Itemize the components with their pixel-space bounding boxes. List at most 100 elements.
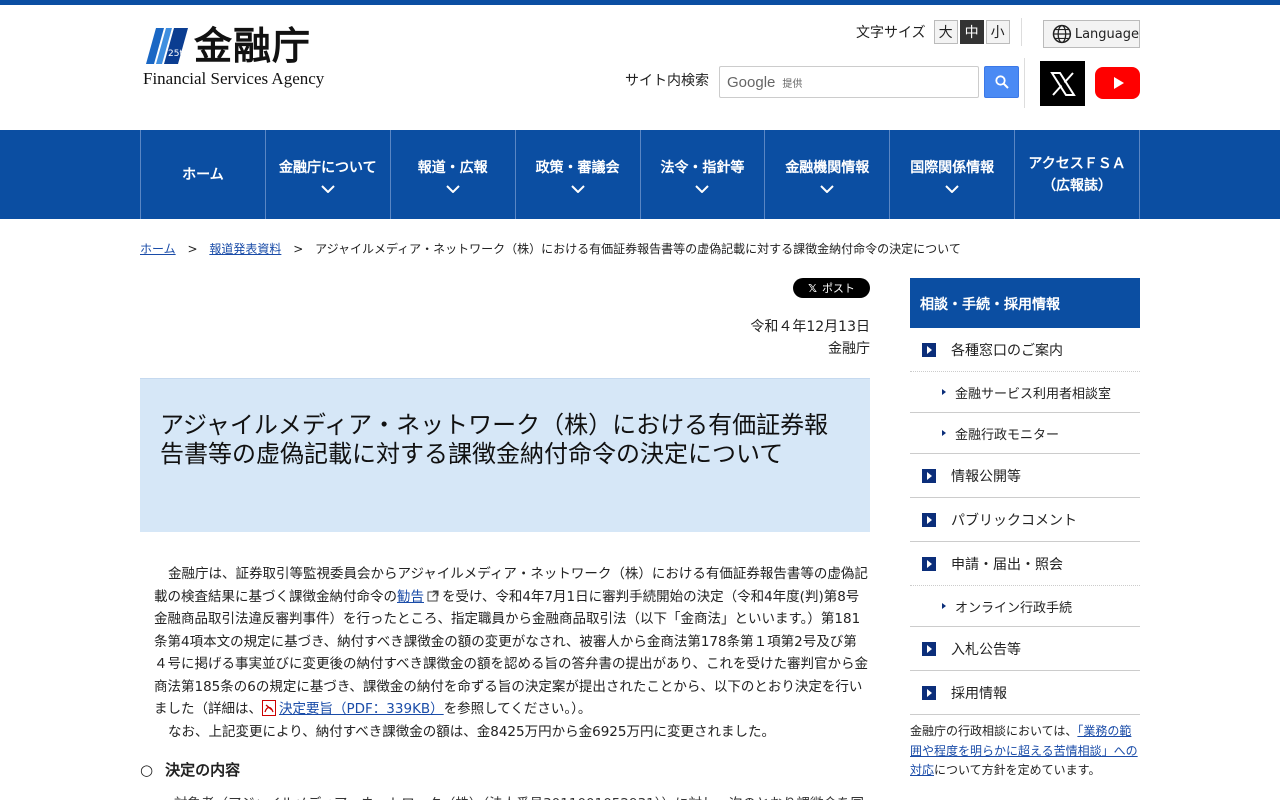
sidebar-subitem-label: 金融サービス利用者相談室 xyxy=(955,386,1112,402)
x-post-label: ポスト xyxy=(821,282,855,295)
triangle-right-icon xyxy=(942,389,946,395)
search-input[interactable]: Google 提供 xyxy=(719,66,979,98)
nav-item-law[interactable]: 法令・指針等 xyxy=(641,130,766,219)
article-body: 金融庁は、証券取引等監視委員会からアジャイルメディア・ネットワーク（株）における… xyxy=(154,563,870,743)
language-button[interactable]: Language xyxy=(1043,20,1140,48)
triangle-right-icon xyxy=(942,603,946,609)
arrow-square-icon xyxy=(922,468,936,483)
sidebar-item-label: 採用情報 xyxy=(951,685,1007,702)
font-size-medium-button[interactable]: 中 xyxy=(959,20,984,44)
search-label: サイト内検索 xyxy=(625,73,709,89)
nav-institutions-label: 金融機関情報 xyxy=(785,159,870,176)
arrow-square-icon xyxy=(922,512,936,527)
nav-item-press[interactable]: 報道・広報 xyxy=(391,130,516,219)
fsa-logo-mark-icon: 25th xyxy=(142,24,192,68)
nav-item-about[interactable]: 金融庁について xyxy=(266,130,391,219)
body-paragraph-2: なお、上記変更により、納付すべき課徴金の額は、金8425万円から金6925万円に… xyxy=(154,721,870,744)
x-post-icon: 𝕏 xyxy=(808,281,817,295)
sidebar-item-contacts[interactable]: 各種窓口のご案内 xyxy=(910,328,1140,372)
sidebar-subitem-consultation[interactable]: 金融サービス利用者相談室 xyxy=(910,372,1140,413)
logo-jp-text: 金融庁 xyxy=(194,24,312,68)
sidebar-subitem-online[interactable]: オンライン行政手続 xyxy=(910,586,1140,627)
x-social-link[interactable] xyxy=(1040,61,1085,106)
page-title: アジャイルメディア・ネットワーク（株）における有価証券報告書等の虚偽記載に対する… xyxy=(160,411,829,468)
arrow-square-icon xyxy=(922,556,936,571)
logo-en-text: Financial Services Agency xyxy=(143,69,325,88)
fsa-logo[interactable]: 25th 金融庁 Financial Services Agency xyxy=(140,22,340,92)
google-suffix-text: 提供 xyxy=(782,78,803,90)
sidebar-item-bidding[interactable]: 入札公告等 xyxy=(910,627,1140,671)
arrow-square-icon xyxy=(922,641,936,656)
body-text-b: を受け、令和4年7月1日に審判手続開始の決定（令和4年度(判)第8号金融商品取引… xyxy=(154,588,869,718)
font-size-small-button[interactable]: 小 xyxy=(985,20,1010,44)
nav-access-label-1: アクセスＦＳＡ xyxy=(1028,155,1126,172)
sidebar-item-label: 各種窓口のご案内 xyxy=(951,342,1063,359)
sidebar-subitem-label: 金融行政モニター xyxy=(955,427,1060,443)
font-size-switcher: 文字サイズ 大 中 小 xyxy=(856,20,1010,44)
youtube-icon xyxy=(1113,77,1124,89)
nav-item-access-fsa[interactable]: アクセスＦＳＡ （広報誌） xyxy=(1015,130,1140,219)
breadcrumb-separator: > xyxy=(187,242,198,256)
nav-press-label: 報道・広報 xyxy=(417,159,488,176)
arrow-square-icon xyxy=(922,342,936,357)
top-accent-bar xyxy=(0,0,1280,5)
body-text-c: を参照してください。）。 xyxy=(443,701,592,717)
sidebar-item-label: 申請・届出・照会 xyxy=(951,556,1063,573)
sidebar-item-recruit[interactable]: 採用情報 xyxy=(910,671,1140,715)
breadcrumb-press-link[interactable]: 報道発表資料 xyxy=(209,242,281,256)
chevron-down-icon xyxy=(321,184,335,193)
nav-home-label: ホーム xyxy=(182,166,224,183)
chevron-down-icon xyxy=(945,184,959,193)
nav-about-label: 金融庁について xyxy=(279,159,377,176)
global-nav: ホーム 金融庁について 報道・広報 政策・審議会 法令・指針等 金融機関情報 国… xyxy=(0,130,1280,219)
section-bullet: ○ xyxy=(140,761,154,779)
font-size-large-button[interactable]: 大 xyxy=(933,20,958,44)
section-heading-text: 決定の内容 xyxy=(165,761,241,779)
svg-text:25th: 25th xyxy=(168,49,189,59)
nav-item-policy[interactable]: 政策・審議会 xyxy=(516,130,641,219)
search-icon xyxy=(994,75,1009,89)
language-label: Language xyxy=(1074,26,1139,42)
sidebar-note: 金融庁の行政相談においては、「業務の範囲や程度を明らかに超える苦情相談」への対応… xyxy=(910,722,1142,781)
decision-summary-pdf-link[interactable]: 決定要旨（PDF：339KB） xyxy=(279,701,444,717)
sidebar-item-disclosure[interactable]: 情報公開等 xyxy=(910,454,1140,498)
chevron-down-icon xyxy=(445,184,460,193)
google-brand-text: Google xyxy=(727,73,776,91)
pdf-icon xyxy=(262,700,276,716)
sidebar-note-text-a: 金融庁の行政相談においては、 xyxy=(910,724,1078,738)
sidebar-item-label: 情報公開等 xyxy=(951,468,1021,485)
recommendation-link[interactable]: 勧告 xyxy=(397,589,424,605)
body-text-p2: なお、上記変更により、納付すべき課徴金の額は、金8425万円から金6925万円に… xyxy=(168,723,775,740)
x-logo-icon xyxy=(1049,71,1076,96)
sidebar-item-applications[interactable]: 申請・届出・照会 xyxy=(910,542,1140,586)
nav-law-label: 法令・指針等 xyxy=(660,159,745,176)
publish-date-text: 令和４年12月13日 xyxy=(750,319,870,335)
chevron-down-icon xyxy=(570,184,585,193)
section-heading: ○ 決定の内容 xyxy=(140,759,240,780)
sidebar-subitem-monitor[interactable]: 金融行政モニター xyxy=(910,413,1140,454)
nav-item-home[interactable]: ホーム xyxy=(141,130,266,219)
header-divider xyxy=(1021,18,1022,46)
triangle-right-icon xyxy=(942,430,946,436)
section-body-partial: 対象者（アジャイルメディア・ネットワーク（株）（法人番号301100105293… xyxy=(174,792,864,800)
sidebar-item-label: 入札公告等 xyxy=(951,641,1021,658)
nav-item-intl[interactable]: 国際関係情報 xyxy=(890,130,1016,219)
search-button[interactable] xyxy=(984,66,1019,98)
breadcrumb-home-link[interactable]: ホーム xyxy=(140,242,176,256)
nav-intl-label: 国際関係情報 xyxy=(910,159,995,176)
header-divider-2 xyxy=(1024,58,1025,108)
nav-policy-label: 政策・審議会 xyxy=(535,159,620,176)
sidebar-item-label: パブリックコメント xyxy=(951,512,1077,529)
sidebar-item-public-comment[interactable]: パブリックコメント xyxy=(910,498,1140,542)
publish-date: 令和４年12月13日 金融庁 xyxy=(750,316,870,360)
body-paragraph-1: 金融庁は、証券取引等監視委員会からアジャイルメディア・ネットワーク（株）における… xyxy=(154,563,870,721)
arrow-square-icon xyxy=(922,685,936,700)
publisher-text: 金融庁 xyxy=(828,341,870,357)
youtube-social-link[interactable] xyxy=(1095,67,1140,99)
nav-access-label-2: （広報誌） xyxy=(1042,177,1113,194)
sidebar-subitem-label: オンライン行政手続 xyxy=(955,600,1073,616)
page-title-box: アジャイルメディア・ネットワーク（株）における有価証券報告書等の虚偽記載に対する… xyxy=(140,378,870,532)
breadcrumb: ホーム > 報道発表資料 > アジャイルメディア・ネットワーク（株）における有価… xyxy=(140,240,961,257)
x-post-button[interactable]: 𝕏 ポスト xyxy=(793,278,870,298)
nav-item-institutions[interactable]: 金融機関情報 xyxy=(765,130,891,219)
